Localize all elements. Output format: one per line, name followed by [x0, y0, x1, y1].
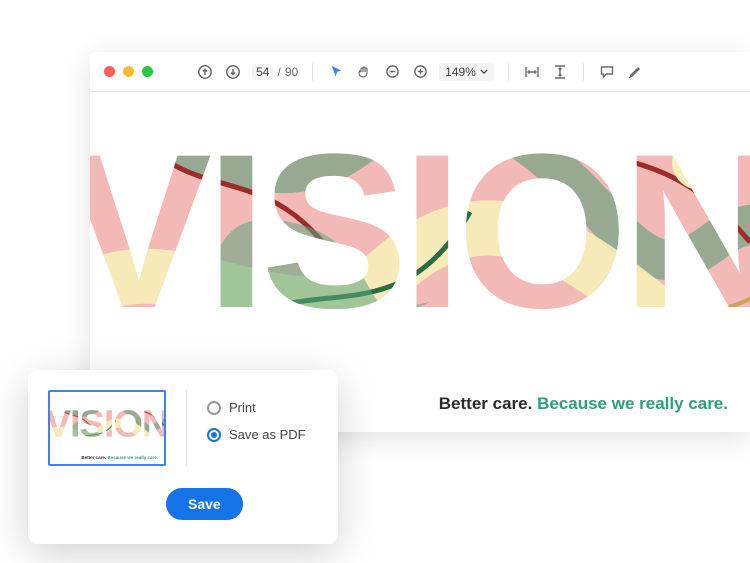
page-up-icon[interactable]: [196, 63, 214, 81]
chevron-down-icon: [480, 69, 488, 74]
option-print-label: Print: [229, 400, 256, 415]
export-options: Print Save as PDF: [207, 390, 306, 442]
export-preview-thumbnail[interactable]: Better care. Because we really care.: [48, 390, 166, 466]
export-dialog: Better care. Because we really care. Pri…: [28, 370, 338, 544]
comment-icon[interactable]: [598, 63, 616, 81]
tagline-strong: Better care.: [439, 394, 533, 413]
titlebar: 54 / 90: [90, 52, 750, 92]
tagline-accent: Because we really care.: [537, 394, 728, 413]
fit-height-icon[interactable]: [551, 63, 569, 81]
current-page[interactable]: 54: [252, 64, 273, 80]
radio-icon: [207, 401, 221, 415]
option-save-as-pdf[interactable]: Save as PDF: [207, 427, 306, 442]
highlight-pen-icon[interactable]: [626, 63, 644, 81]
close-window-button[interactable]: [104, 66, 115, 77]
page-down-icon[interactable]: [224, 63, 242, 81]
total-pages: 90: [285, 65, 298, 79]
pan-hand-icon[interactable]: [355, 63, 373, 81]
page-separator: /: [277, 65, 280, 79]
save-button[interactable]: Save: [166, 488, 243, 520]
window-controls: [104, 66, 153, 77]
zoom-level-select[interactable]: 149%: [439, 63, 494, 81]
dialog-divider: [186, 390, 187, 466]
zoom-window-button[interactable]: [142, 66, 153, 77]
radio-icon: [207, 428, 221, 442]
toolbar-separator: [312, 63, 313, 81]
zoom-in-icon[interactable]: [411, 63, 429, 81]
fit-width-icon[interactable]: [523, 63, 541, 81]
toolbar-separator: [583, 63, 584, 81]
toolbar: 54 / 90: [90, 52, 750, 91]
zoom-out-icon[interactable]: [383, 63, 401, 81]
option-save-pdf-label: Save as PDF: [229, 427, 306, 442]
page-indicator[interactable]: 54 / 90: [252, 64, 298, 80]
zoom-level-value: 149%: [445, 65, 476, 79]
toolbar-separator: [508, 63, 509, 81]
minimize-window-button[interactable]: [123, 66, 134, 77]
option-print[interactable]: Print: [207, 400, 306, 415]
selection-arrow-icon[interactable]: [327, 63, 345, 81]
vision-artwork: VISION: [90, 102, 750, 342]
